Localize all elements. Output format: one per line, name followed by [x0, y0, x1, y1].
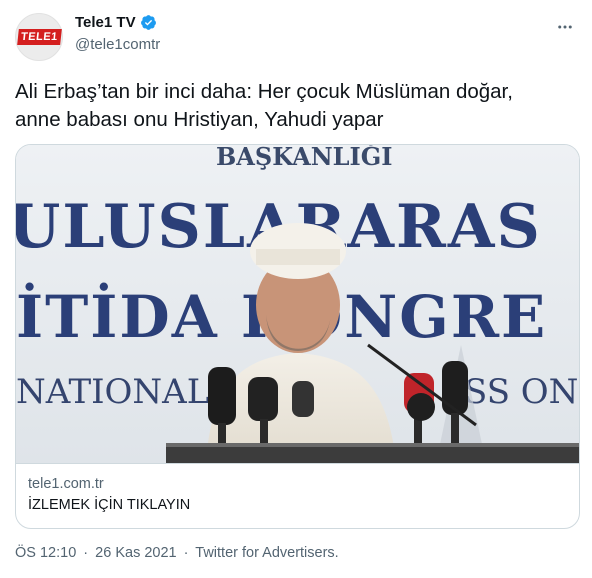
link-card[interactable]: BAŞKANLIĞI ULUSLARARAS İTİDA KONGRE NATI… — [15, 144, 580, 529]
card-domain: tele1.com.tr — [28, 476, 104, 492]
author-name-row: Tele1 TV — [75, 14, 157, 31]
banner-line-5: SS ON — [464, 372, 578, 412]
tweet-line-1: Ali Erbaş’tan bir inci daha: Her çocuk M… — [15, 80, 513, 103]
banner-line-1: BAŞKANLIĞI — [216, 145, 393, 171]
tweet-meta: ÖS 12:10 · 26 Kas 2021 · Twitter for Adv… — [15, 545, 342, 561]
video-frame-image: BAŞKANLIĞI ULUSLARARAS İTİDA KONGRE NATI… — [16, 145, 579, 463]
meta-separator-1: · — [83, 545, 89, 561]
more-icon[interactable] — [554, 16, 576, 38]
card-title: İZLEMEK İÇİN TIKLAYIN — [28, 497, 191, 513]
tweet-date[interactable]: 26 Kas 2021 — [95, 545, 176, 561]
tweet-line-2: anne babası onu Hristiyan, Yahudi yapar — [15, 108, 384, 131]
tele1-logo: TELE1 — [16, 29, 62, 45]
banner-line-4: NATIONAL — [16, 372, 209, 412]
avatar[interactable]: TELE1 — [15, 13, 63, 61]
card-video-thumbnail[interactable]: BAŞKANLIĞI ULUSLARARAS İTİDA KONGRE NATI… — [16, 145, 579, 463]
author-display-name[interactable]: Tele1 TV — [75, 14, 136, 31]
card-footer[interactable]: tele1.com.tr İZLEMEK İÇİN TIKLAYIN — [16, 463, 579, 528]
meta-separator-2: · — [183, 545, 189, 561]
more-dots-icon — [558, 25, 572, 29]
tweet-text: Ali Erbaş’tan bir inci daha: Her çocuk M… — [15, 78, 580, 134]
tweet-source[interactable]: Twitter for Advertisers. — [195, 545, 338, 561]
author-handle[interactable]: @tele1comtr — [75, 36, 160, 53]
tweet-time[interactable]: ÖS 12:10 — [15, 545, 76, 561]
verified-badge-icon — [140, 15, 156, 30]
